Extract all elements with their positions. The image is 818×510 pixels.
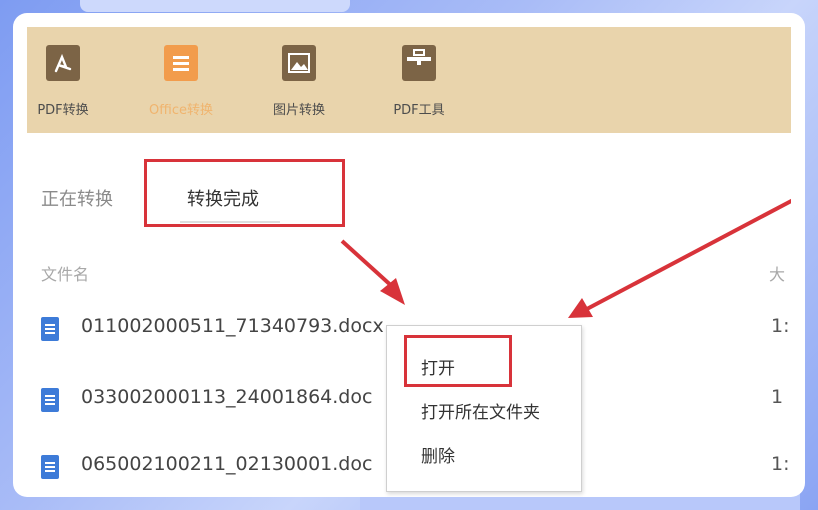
annotation-arrows	[340, 198, 791, 318]
arrow-head-left	[380, 278, 405, 305]
screenshot-card: PDF转换 Office转换 图片转换 PDF工具 正在转换 转换完成 文件名 …	[13, 13, 805, 497]
app-window: PDF转换 Office转换 图片转换 PDF工具 正在转换 转换完成 文件名 …	[27, 27, 791, 497]
arrow-line-right	[584, 198, 791, 312]
arrow-line-left	[340, 239, 397, 291]
background-shape	[80, 0, 350, 12]
